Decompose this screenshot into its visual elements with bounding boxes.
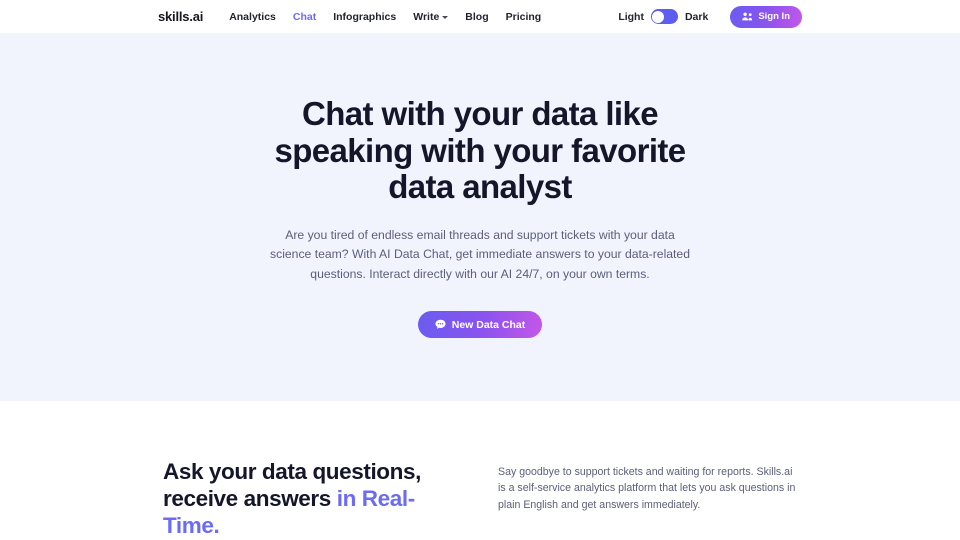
logo[interactable]: skills.ai (158, 9, 203, 24)
light-mode-label: Light (618, 10, 644, 23)
hero-section: Chat with your data like speaking with y… (0, 33, 960, 401)
nav-item-blog[interactable]: Blog (465, 11, 488, 23)
nav-item-pricing[interactable]: Pricing (506, 11, 542, 23)
nav-item-write[interactable]: Write (413, 10, 449, 23)
chevron-down-icon (442, 15, 449, 19)
nav-item-chat[interactable]: Chat (293, 11, 316, 23)
nav-label: Chat (292, 10, 317, 23)
nav-label: Write (413, 10, 440, 23)
theme-toggle-switch[interactable] (650, 9, 678, 24)
hero-title: Chat with your data like speaking with y… (274, 95, 686, 205)
main-navigation: Analytics Chat Infographics Write Blog P… (229, 11, 541, 23)
nav-label: Infographics (333, 10, 397, 23)
users-icon (742, 12, 753, 21)
nav-label: Pricing (505, 10, 542, 23)
dark-mode-label: Dark (684, 10, 709, 23)
nav-label: Blog (465, 10, 489, 23)
features-intro-section: Ask your data questions, receive answers… (0, 401, 960, 539)
sign-in-label: Sign In (758, 11, 790, 22)
nav-label: Analytics (229, 10, 276, 23)
features-intro-body: Say goodbye to support tickets and waiti… (498, 466, 796, 511)
nav-item-analytics[interactable]: Analytics (229, 11, 276, 23)
site-header: skills.ai Analytics Chat Infographics Wr… (0, 0, 960, 33)
hero-subtitle: Are you tired of endless email threads a… (270, 227, 690, 281)
cta-label: New Data Chat (451, 318, 526, 331)
features-intro-left: Ask your data questions, receive answers… (163, 458, 453, 539)
new-data-chat-button[interactable]: New Data Chat (417, 311, 543, 339)
chat-bubble-icon (435, 319, 446, 330)
nav-item-infographics[interactable]: Infographics (333, 11, 396, 23)
header-actions: Light Dark Sign In (618, 5, 802, 28)
sign-in-button[interactable]: Sign In (730, 5, 802, 28)
toggle-knob (652, 10, 665, 23)
features-intro-title: Ask your data questions, receive answers… (163, 458, 453, 539)
